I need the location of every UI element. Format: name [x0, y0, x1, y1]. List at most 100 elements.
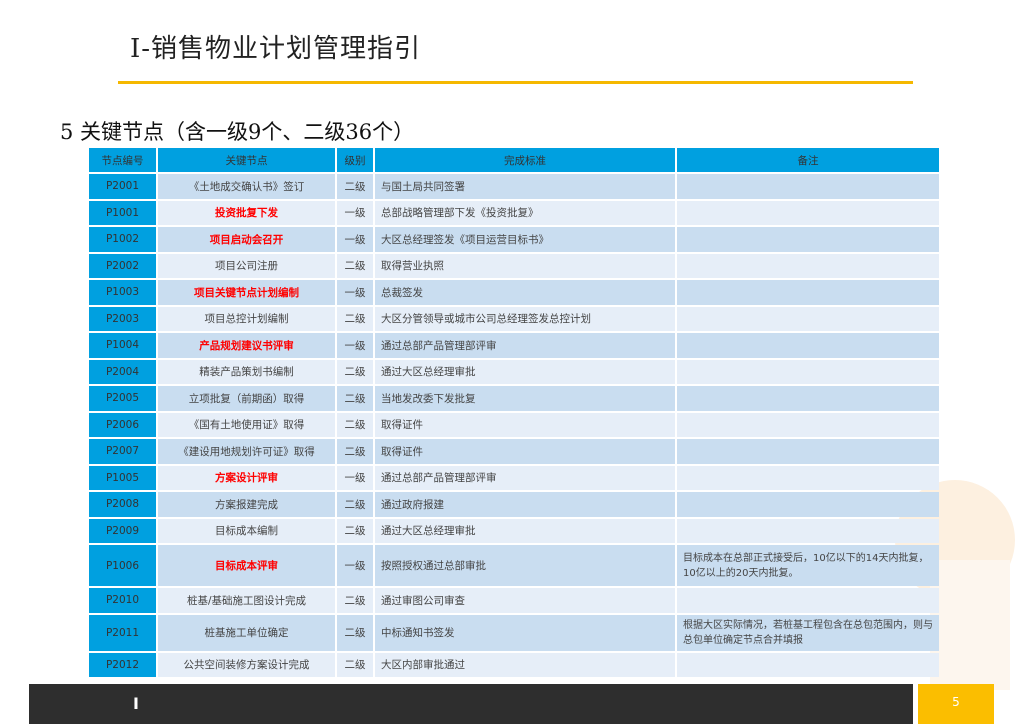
- cell-level: 一级: [337, 545, 373, 586]
- cell-node: 《建设用地规划许可证》取得: [158, 439, 335, 464]
- table-row: P2008 方案报建完成 二级 通过政府报建: [89, 492, 939, 517]
- cell-id: P2011: [89, 614, 156, 651]
- header-level: 级别: [337, 148, 373, 172]
- cell-note: [677, 306, 939, 331]
- cell-id: P2007: [89, 439, 156, 464]
- table-row: P1002 项目启动会召开 一级 大区总经理签发《项目运营目标书》: [89, 227, 939, 252]
- cell-standard: 通过总部产品管理部评审: [375, 465, 675, 490]
- cell-node: 投资批复下发: [158, 200, 335, 225]
- cell-id: P2002: [89, 253, 156, 278]
- cell-level: 二级: [337, 306, 373, 331]
- cell-standard: 大区内部审批通过: [375, 652, 675, 677]
- cell-node: 目标成本评审: [158, 545, 335, 586]
- cell-id: P1001: [89, 200, 156, 225]
- cell-id: P1006: [89, 545, 156, 586]
- cell-id: P1003: [89, 280, 156, 305]
- cell-note: [677, 492, 939, 517]
- cell-node: 立项批复（前期函）取得: [158, 386, 335, 411]
- table-row: P1001 投资批复下发 一级 总部战略管理部下发《投资批复》: [89, 200, 939, 225]
- header-node: 关键节点: [158, 148, 335, 172]
- cell-standard: 中标通知书签发: [375, 614, 675, 651]
- table-row: P2002 项目公司注册 二级 取得营业执照: [89, 253, 939, 278]
- cell-standard: 取得证件: [375, 439, 675, 464]
- header-standard: 完成标准: [375, 148, 675, 172]
- cell-note: [677, 412, 939, 437]
- background-decoration: [930, 560, 1010, 690]
- cell-level: 一级: [337, 465, 373, 490]
- page-number: 5: [918, 684, 994, 724]
- cell-standard: 总裁签发: [375, 280, 675, 305]
- cell-level: 一级: [337, 200, 373, 225]
- cell-note: [677, 386, 939, 411]
- cell-note: [677, 174, 939, 199]
- cell-standard: 按照授权通过总部审批: [375, 545, 675, 586]
- cell-standard: 通过总部产品管理部评审: [375, 333, 675, 358]
- cell-standard: 大区分管领导或城市公司总经理签发总控计划: [375, 306, 675, 331]
- cell-node: 方案报建完成: [158, 492, 335, 517]
- cell-id: P2006: [89, 412, 156, 437]
- section-heading: 5 关键节点（含一级9个、二级36个）: [60, 120, 415, 144]
- table-row: P1004 产品规划建议书评审 一级 通过总部产品管理部评审: [89, 333, 939, 358]
- cell-note: 目标成本在总部正式接受后，10亿以下的14天内批复，10亿以上的20天内批复。: [677, 545, 939, 586]
- cell-node: 桩基施工单位确定: [158, 614, 335, 651]
- cell-note: [677, 200, 939, 225]
- title-divider: [118, 81, 913, 84]
- cell-id: P2005: [89, 386, 156, 411]
- table-row: P2011 桩基施工单位确定 二级 中标通知书签发 根据大区实际情况，若桩基工程包含在总…: [89, 614, 939, 651]
- cell-note: [677, 359, 939, 384]
- cell-note: [677, 227, 939, 252]
- cell-id: P2012: [89, 652, 156, 677]
- cell-id: P2010: [89, 588, 156, 613]
- cell-note: [677, 280, 939, 305]
- cell-node: 项目公司注册: [158, 253, 335, 278]
- page-title: Ⅰ-销售物业计划管理指引: [130, 34, 422, 64]
- cell-standard: 通过审图公司审查: [375, 588, 675, 613]
- cell-node: 项目关键节点计划编制: [158, 280, 335, 305]
- cell-level: 二级: [337, 614, 373, 651]
- cell-node: 项目启动会召开: [158, 227, 335, 252]
- table-row: P2007 《建设用地规划许可证》取得 二级 取得证件: [89, 439, 939, 464]
- cell-standard: 总部战略管理部下发《投资批复》: [375, 200, 675, 225]
- cell-standard: 取得营业执照: [375, 253, 675, 278]
- key-nodes-table: 节点编号 关键节点 级别 完成标准 备注 P2001 《土地成交确认书》签订 二级与…: [87, 146, 941, 679]
- table-row: P2003 项目总控计划编制 二级 大区分管领导或城市公司总经理签发总控计划: [89, 306, 939, 331]
- cell-id: P2004: [89, 359, 156, 384]
- footer-bar: I: [29, 684, 913, 724]
- cell-level: 二级: [337, 518, 373, 543]
- cell-standard: 通过大区总经理审批: [375, 359, 675, 384]
- cell-standard: 通过大区总经理审批: [375, 518, 675, 543]
- cell-level: 二级: [337, 253, 373, 278]
- table-row: P2005 立项批复（前期函）取得 二级 当地发改委下发批复: [89, 386, 939, 411]
- cell-note: 根据大区实际情况，若桩基工程包含在总包范围内，则与总包单位确定节点合并填报: [677, 614, 939, 651]
- cell-node: 公共空间装修方案设计完成: [158, 652, 335, 677]
- cell-standard: 大区总经理签发《项目运营目标书》: [375, 227, 675, 252]
- cell-id: P2009: [89, 518, 156, 543]
- table-row: P2012 公共空间装修方案设计完成 二级 大区内部审批通过: [89, 652, 939, 677]
- table-row: P1005 方案设计评审 一级 通过总部产品管理部评审: [89, 465, 939, 490]
- cell-level: 二级: [337, 652, 373, 677]
- table-row: P1003 项目关键节点计划编制 一级 总裁签发: [89, 280, 939, 305]
- table-row: P2001 《土地成交确认书》签订 二级 与国土局共同签署: [89, 174, 939, 199]
- cell-note: [677, 253, 939, 278]
- cell-node: 桩基/基础施工图设计完成: [158, 588, 335, 613]
- cell-level: 二级: [337, 439, 373, 464]
- cell-id: P2001: [89, 174, 156, 199]
- cell-standard: 通过政府报建: [375, 492, 675, 517]
- cell-node: 目标成本编制: [158, 518, 335, 543]
- header-note: 备注: [677, 148, 939, 172]
- cell-node: 《土地成交确认书》签订: [158, 174, 335, 199]
- footer-section: I: [133, 694, 139, 713]
- cell-standard: 取得证件: [375, 412, 675, 437]
- cell-level: 二级: [337, 492, 373, 517]
- table-row: P2010 桩基/基础施工图设计完成 二级 通过审图公司审查: [89, 588, 939, 613]
- cell-level: 二级: [337, 412, 373, 437]
- cell-level: 一级: [337, 280, 373, 305]
- cell-note: [677, 518, 939, 543]
- cell-note: [677, 588, 939, 613]
- cell-node: 方案设计评审: [158, 465, 335, 490]
- cell-node: 《国有土地使用证》取得: [158, 412, 335, 437]
- cell-level: 二级: [337, 386, 373, 411]
- table-row: P2006 《国有土地使用证》取得 二级 取得证件: [89, 412, 939, 437]
- table-row: P1006 目标成本评审 一级 按照授权通过总部审批 目标成本在总部正式接受后，10亿以…: [89, 545, 939, 586]
- cell-standard: 与国土局共同签署: [375, 174, 675, 199]
